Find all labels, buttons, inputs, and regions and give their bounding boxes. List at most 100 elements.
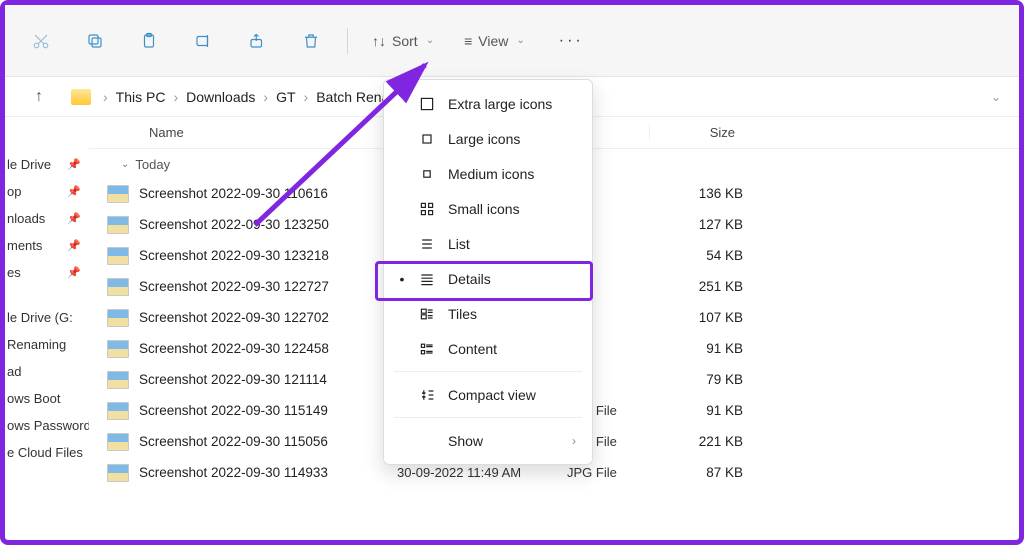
pin-icon: 📌 xyxy=(67,266,81,279)
file-name: Screenshot 2022-09-30 122458 xyxy=(139,341,397,356)
file-thumb-icon xyxy=(107,185,129,203)
compact-icon xyxy=(418,386,436,404)
square-lg-icon xyxy=(418,95,436,113)
menu-item-medium-icons[interactable]: Medium icons xyxy=(384,156,592,191)
file-size: 221 KB xyxy=(657,434,757,449)
chevron-down-icon[interactable]: ⌄ xyxy=(991,90,1001,104)
file-thumb-icon xyxy=(107,433,129,451)
file-name: Screenshot 2022-09-30 115149 xyxy=(139,403,397,418)
nav-item[interactable]: le Drive📌 xyxy=(5,151,89,178)
file-type: JPG File xyxy=(567,465,657,480)
menu-item-details[interactable]: • Details xyxy=(384,261,592,296)
nav-item[interactable]: le Drive (G: xyxy=(5,304,89,331)
menu-item-list[interactable]: List xyxy=(384,226,592,261)
menu-separator xyxy=(394,371,582,372)
square-sm-icon xyxy=(418,165,436,183)
list-icon xyxy=(418,235,436,253)
separator xyxy=(347,28,348,54)
nav-item[interactable]: ows Boot xyxy=(5,385,89,412)
menu-item-label: Compact view xyxy=(448,387,536,403)
file-size: 91 KB xyxy=(657,341,757,356)
file-thumb-icon xyxy=(107,340,129,358)
view-menu: Extra large icons Large icons Medium icons… xyxy=(383,79,593,465)
breadcrumb-item[interactable]: GT xyxy=(276,89,295,105)
menu-item-label: Extra large icons xyxy=(448,96,552,112)
breadcrumb-sep: › xyxy=(263,89,268,105)
menu-separator xyxy=(394,417,582,418)
more-button[interactable]: ··· xyxy=(549,32,594,50)
col-size[interactable]: Size xyxy=(649,125,749,140)
file-name: Screenshot 2022-09-30 115056 xyxy=(139,434,397,449)
menu-item-label: Medium icons xyxy=(448,166,534,182)
file-name: Screenshot 2022-09-30 123218 xyxy=(139,248,397,263)
menu-item-label: Content xyxy=(448,341,497,357)
file-thumb-icon xyxy=(107,402,129,420)
content-icon xyxy=(418,340,436,358)
menu-item-label: Tiles xyxy=(448,306,477,322)
file-name: Screenshot 2022-09-30 110616 xyxy=(139,186,397,201)
view-icon: ≡ xyxy=(464,33,472,49)
group-label: Today xyxy=(135,157,170,172)
cut-icon[interactable] xyxy=(23,23,59,59)
menu-item-large-icons[interactable]: Large icons xyxy=(384,121,592,156)
nav-item[interactable]: ments📌 xyxy=(5,232,89,259)
bullet-icon: • xyxy=(398,271,406,287)
nav-item[interactable]: Renaming xyxy=(5,331,89,358)
menu-item-small-icons[interactable]: Small icons xyxy=(384,191,592,226)
file-thumb-icon xyxy=(107,371,129,389)
menu-item-tiles[interactable]: Tiles xyxy=(384,296,592,331)
file-size: 251 KB xyxy=(657,279,757,294)
rename-icon[interactable] xyxy=(185,23,221,59)
menu-item-show[interactable]: Show› xyxy=(384,423,592,458)
pin-icon: 📌 xyxy=(67,239,81,252)
menu-item-content[interactable]: Content xyxy=(384,331,592,366)
col-name[interactable]: Name xyxy=(89,125,389,140)
share-icon[interactable] xyxy=(239,23,275,59)
tiles-icon xyxy=(418,305,436,323)
file-size: 91 KB xyxy=(657,403,757,418)
nav-item[interactable]: ows Password xyxy=(5,412,89,439)
file-date: 30-09-2022 11:49 AM xyxy=(397,465,567,480)
file-size: 87 KB xyxy=(657,465,757,480)
sort-button[interactable]: ↑↓ Sort ⌄ xyxy=(366,23,440,59)
nav-item[interactable]: es📌 xyxy=(5,259,89,286)
breadcrumb-sep: › xyxy=(304,89,309,105)
file-thumb-icon xyxy=(107,247,129,265)
nav-panel: le Drive📌op📌nloads📌ments📌es📌 le Drive (G:… xyxy=(5,117,89,540)
file-thumb-icon xyxy=(107,278,129,296)
menu-item-label: Details xyxy=(448,271,491,287)
up-button[interactable]: ↑ xyxy=(25,88,53,106)
delete-icon[interactable] xyxy=(293,23,329,59)
sort-icon: ↑↓ xyxy=(372,33,386,49)
nav-item[interactable]: ad xyxy=(5,358,89,385)
square-md-icon xyxy=(418,130,436,148)
copy-icon[interactable] xyxy=(77,23,113,59)
menu-item-label: Large icons xyxy=(448,131,520,147)
pin-icon: 📌 xyxy=(67,212,81,225)
file-size: 54 KB xyxy=(657,248,757,263)
file-size: 79 KB xyxy=(657,372,757,387)
pin-icon: 📌 xyxy=(67,158,81,171)
menu-item-extra-large-icons[interactable]: Extra large icons xyxy=(384,86,592,121)
grid-icon xyxy=(418,200,436,218)
sort-label: Sort xyxy=(392,33,418,49)
menu-item-compact-view[interactable]: Compact view xyxy=(384,377,592,412)
file-name: Screenshot 2022-09-30 114933 xyxy=(139,465,397,480)
chevron-down-icon: ⌄ xyxy=(121,159,129,170)
file-name: Screenshot 2022-09-30 123250 xyxy=(139,217,397,232)
nav-item[interactable]: nloads📌 xyxy=(5,205,89,232)
pin-icon: 📌 xyxy=(67,185,81,198)
menu-item-label: Show xyxy=(448,433,483,449)
paste-icon[interactable] xyxy=(131,23,167,59)
nav-item[interactable]: e Cloud Files xyxy=(5,439,89,466)
file-size: 127 KB xyxy=(657,217,757,232)
breadcrumb[interactable]: ›This PC›Downloads›GT›Batch Renam xyxy=(99,89,401,105)
view-button[interactable]: ≡ View ⌄ xyxy=(458,23,531,59)
breadcrumb-item[interactable]: Downloads xyxy=(186,89,255,105)
file-thumb-icon xyxy=(107,464,129,482)
toolbar: ↑↓ Sort ⌄ ≡ View ⌄ ··· xyxy=(5,5,1019,77)
file-size: 136 KB xyxy=(657,186,757,201)
nav-item[interactable]: op📌 xyxy=(5,178,89,205)
breadcrumb-item[interactable]: This PC xyxy=(116,89,166,105)
breadcrumb-sep: › xyxy=(173,89,178,105)
